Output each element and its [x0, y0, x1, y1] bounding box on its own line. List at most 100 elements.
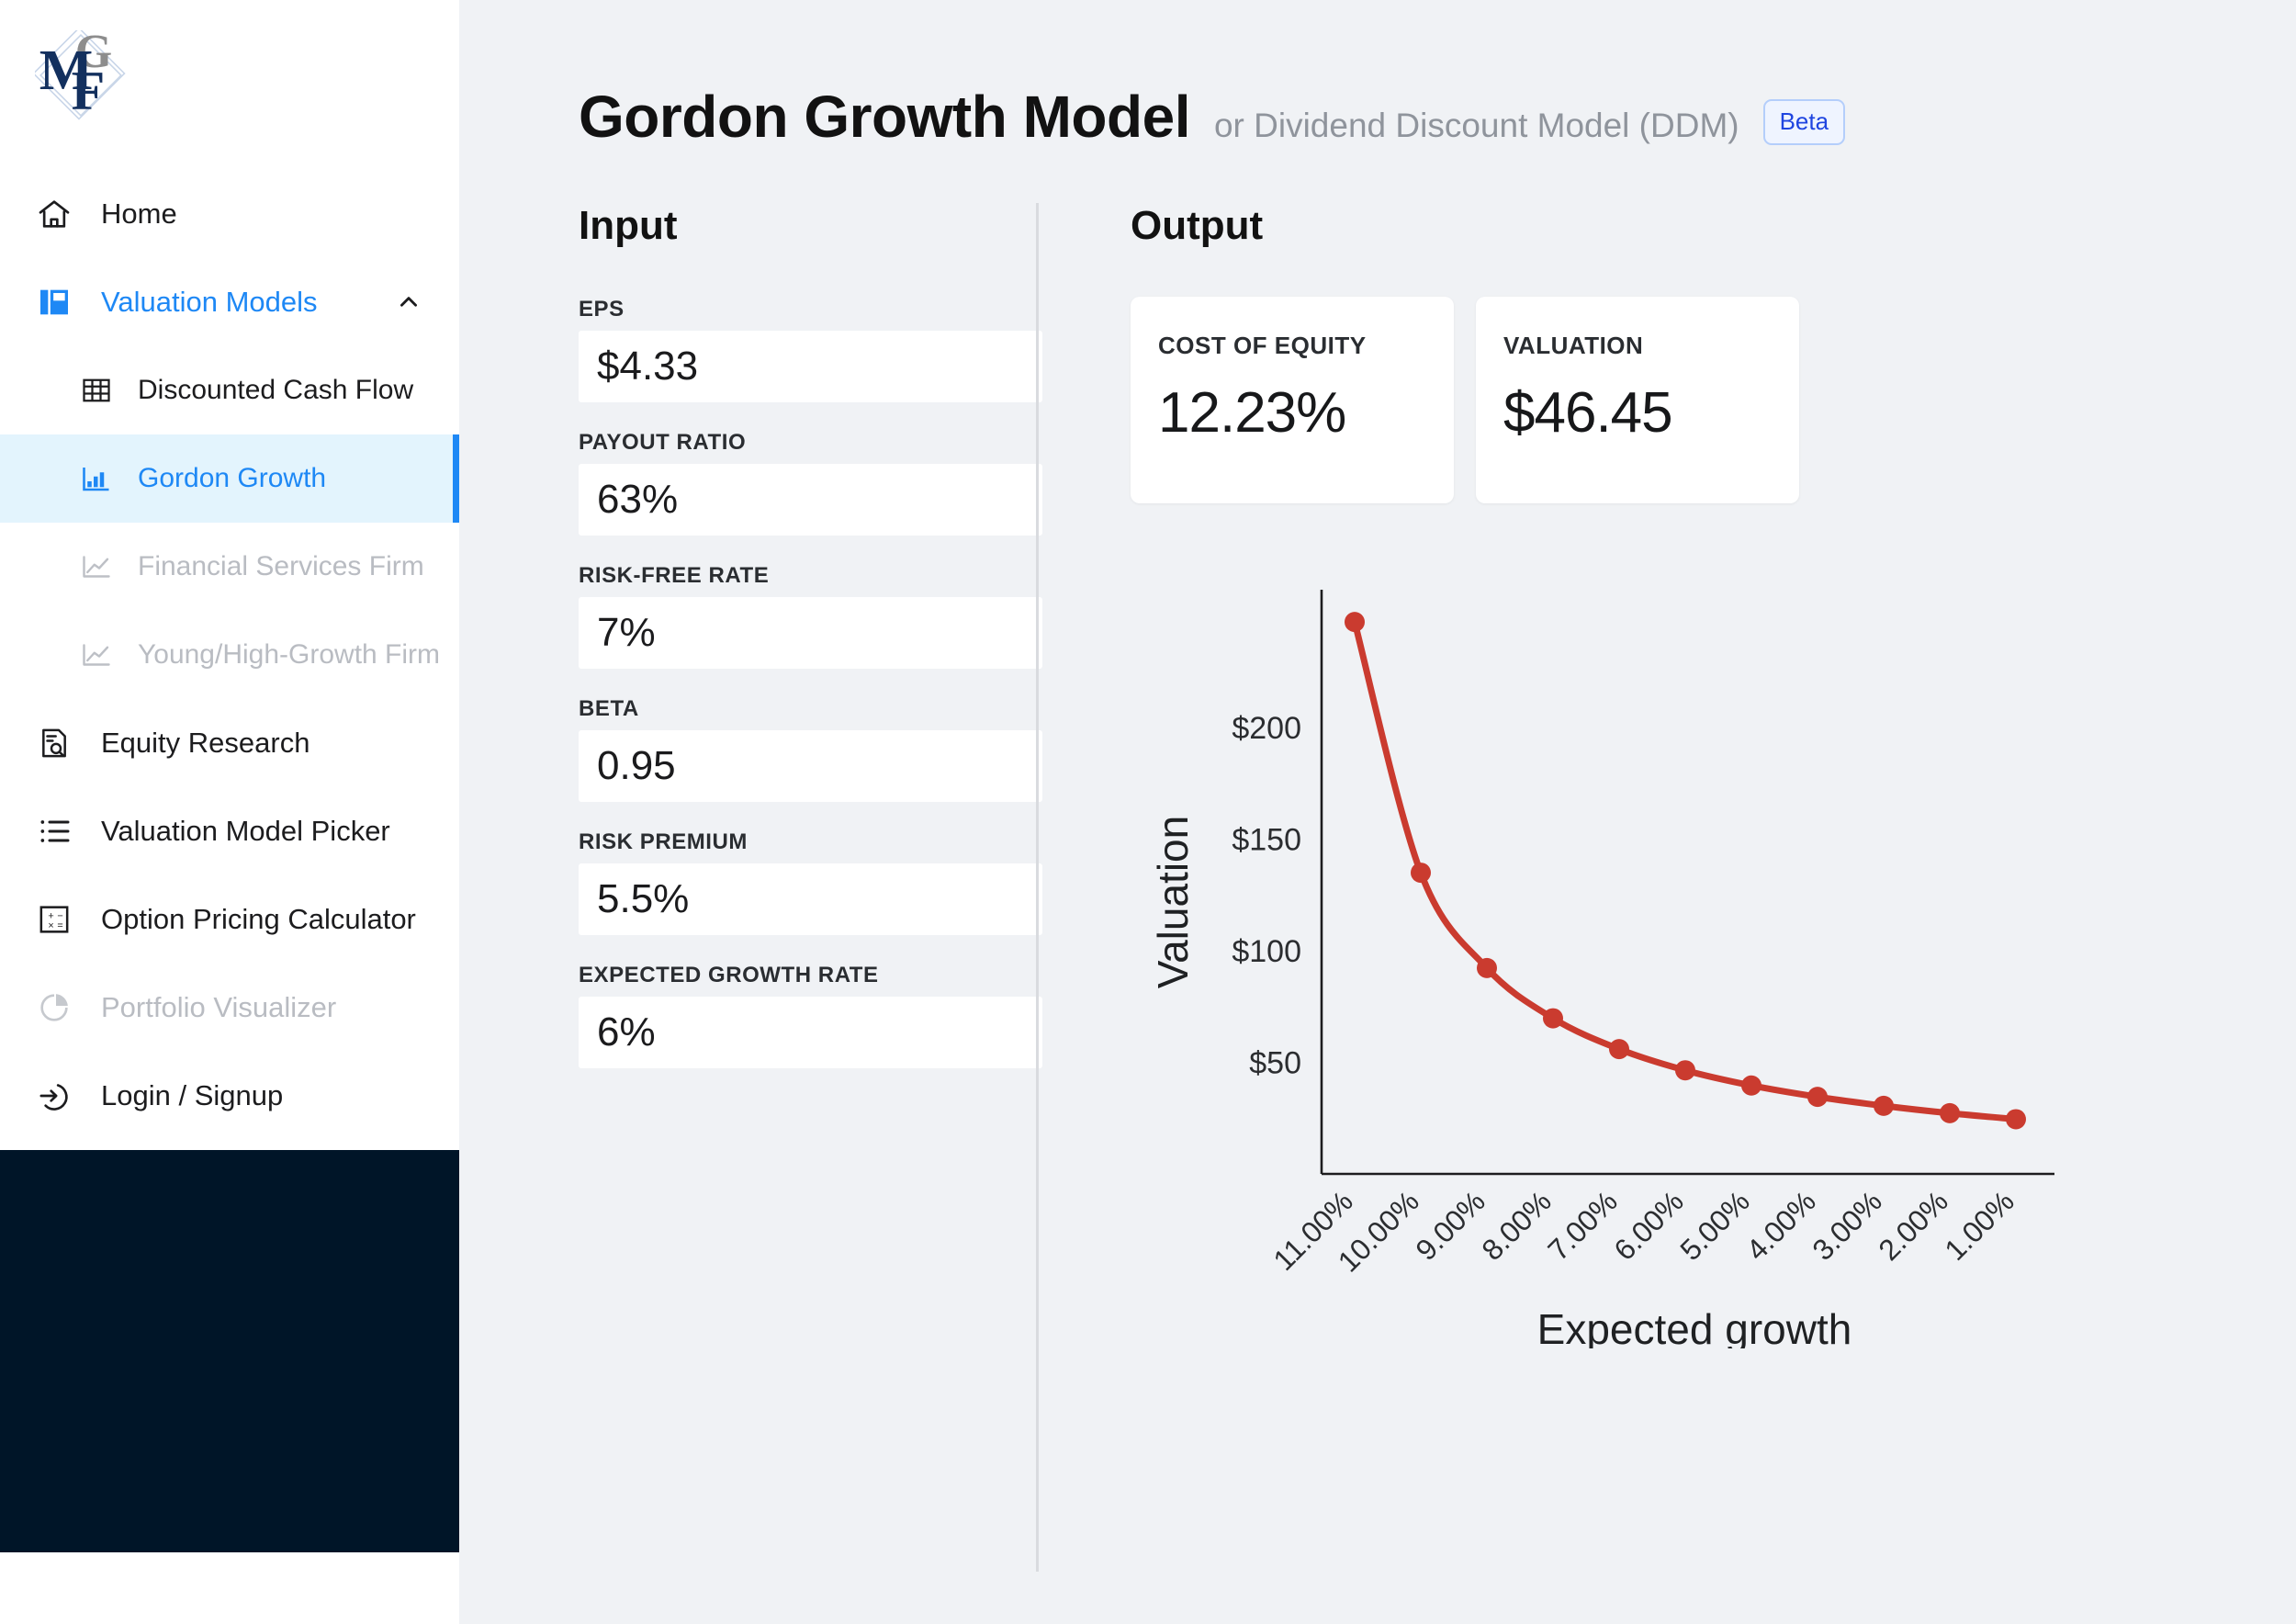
beta-input[interactable]: 0.95 — [579, 730, 1042, 802]
field-eps: EPS $4.33 — [579, 297, 1042, 402]
data-point-marker[interactable] — [1543, 1008, 1563, 1029]
card-label: COST OF EQUITY — [1158, 332, 1367, 359]
chart-canvas: $200$150$100$5011.00%10.00%9.00%8.00%7.0… — [1149, 590, 2054, 1348]
data-point-marker[interactable] — [1345, 612, 1365, 633]
sidebar-item-label: Young/High-Growth Firm — [138, 639, 441, 670]
data-point-marker[interactable] — [2006, 1109, 2026, 1130]
field-label: RISK-FREE RATE — [579, 563, 770, 588]
line-chart-icon — [79, 547, 114, 586]
sidebar-item-valuation-model-picker[interactable]: Valuation Model Picker — [0, 787, 459, 875]
home-icon — [35, 195, 73, 233]
sidebar-nav: Home Valuation Models Discounted Cash Fl… — [0, 170, 459, 1140]
series-line — [1351, 618, 2020, 1122]
valuation-value: $46.45 — [1503, 381, 1673, 445]
data-point-marker[interactable] — [1609, 1039, 1629, 1060]
cost-of-equity-value: 12.23% — [1158, 381, 1346, 445]
sidebar-footer-panel — [0, 1150, 459, 1552]
sidebar-item-young-high-growth-firm[interactable]: Young/High-Growth Firm — [0, 611, 459, 699]
data-point-marker[interactable] — [1675, 1060, 1695, 1081]
x-axis-tick-label: 4.00% — [1739, 1184, 1822, 1267]
sidebar-item-discounted-cash-flow[interactable]: Discounted Cash Flow — [0, 346, 459, 434]
x-axis-tick-label: 8.00% — [1475, 1184, 1558, 1267]
sidebar-item-label: Login / Signup — [101, 1079, 284, 1111]
field-payout-ratio: PAYOUT RATIO 63% — [579, 430, 1042, 536]
data-point-marker[interactable] — [1874, 1095, 1894, 1116]
status-badge: Beta — [1762, 99, 1846, 145]
content-columns: Input EPS $4.33 PAYOUT RATIO 63% RISK-FR… — [459, 152, 2296, 1572]
x-axis-title: Expected growth — [1537, 1305, 1852, 1348]
svg-text:×: × — [48, 920, 53, 931]
x-axis-tick-label: 7.00% — [1541, 1184, 1624, 1267]
line-chart-icon — [79, 636, 114, 674]
sidebar-item-valuation-models[interactable]: Valuation Models — [0, 258, 459, 346]
payout-ratio-input[interactable]: 63% — [579, 464, 1042, 536]
field-label: PAYOUT RATIO — [579, 430, 747, 455]
sidebar: G M F Home Valuation Models Discounted C… — [0, 0, 459, 1624]
list-icon — [35, 812, 73, 851]
field-label: RISK PREMIUM — [579, 829, 748, 854]
bar-chart-icon — [79, 459, 114, 498]
page-title: Gordon Growth Model — [579, 84, 1190, 150]
sidebar-item-equity-research[interactable]: Equity Research — [0, 699, 459, 787]
brand-logo[interactable]: G M F — [0, 0, 459, 170]
sidebar-item-financial-services-firm[interactable]: Financial Services Firm — [0, 523, 459, 611]
field-label: EPS — [579, 297, 625, 321]
data-point-marker[interactable] — [1477, 957, 1497, 978]
sidebar-item-label: Financial Services Firm — [138, 551, 424, 581]
x-axis-tick-label: 2.00% — [1872, 1184, 1954, 1267]
data-point-marker[interactable] — [1807, 1087, 1828, 1108]
output-panel: Output COST OF EQUITY 12.23% VALUATION $… — [1039, 203, 2296, 1572]
sidebar-item-label: Home — [101, 197, 177, 230]
cost-of-equity-card: COST OF EQUITY 12.23% — [1131, 297, 1454, 503]
risk-premium-input[interactable]: 5.5% — [579, 863, 1042, 935]
expected-growth-rate-input[interactable]: 6% — [579, 997, 1042, 1068]
svg-text:=: = — [57, 920, 62, 931]
app-root: G M F Home Valuation Models Discounted C… — [0, 0, 2296, 1624]
sidebar-item-label: Valuation Models — [101, 286, 318, 318]
valuation-sensitivity-chart: $200 $150 $100 $50 11.00% 10.00% 9.00% 8.00% 7.0… — [1131, 577, 2279, 1348]
field-label: BETA — [579, 696, 639, 721]
y-axis-tick-label: $50 — [1249, 1045, 1301, 1080]
output-cards: COST OF EQUITY 12.23% VALUATION $46.45 — [1131, 297, 2296, 503]
output-section-title: Output — [1131, 203, 1264, 248]
sidebar-item-portfolio-visualizer[interactable]: Portfolio Visualizer — [0, 964, 459, 1052]
chevron-up-icon[interactable] — [397, 290, 421, 314]
sidebar-item-gordon-growth[interactable]: Gordon Growth — [0, 434, 459, 523]
sidebar-item-label: Portfolio Visualizer — [101, 991, 337, 1023]
page-header: Gordon Growth Model or Dividend Discount… — [459, 0, 2296, 152]
sidebar-item-label: Option Pricing Calculator — [101, 903, 416, 935]
data-point-marker[interactable] — [1411, 863, 1431, 884]
sidebar-item-option-pricing-calculator[interactable]: + − × = Option Pricing Calculator — [0, 875, 459, 964]
field-label: EXPECTED GROWTH RATE — [579, 963, 879, 987]
field-beta: BETA 0.95 — [579, 696, 1042, 802]
y-axis-tick-label: $100 — [1232, 934, 1301, 969]
pie-chart-icon — [35, 988, 73, 1027]
login-icon — [35, 1077, 73, 1115]
sidebar-item-login-signup[interactable]: Login / Signup — [0, 1052, 459, 1140]
card-label: VALUATION — [1503, 332, 1644, 359]
y-axis-tick-label: $200 — [1232, 711, 1301, 746]
x-axis-tick-label: 9.00% — [1409, 1184, 1491, 1267]
page-subtitle: or Dividend Discount Model (DDM) — [1213, 107, 1739, 144]
y-axis-title: Valuation — [1149, 816, 1197, 988]
sidebar-item-label: Discounted Cash Flow — [138, 375, 414, 405]
sidebar-item-label: Equity Research — [101, 727, 310, 759]
field-risk-premium: RISK PREMIUM 5.5% — [579, 829, 1042, 935]
document-search-icon — [35, 724, 73, 762]
x-axis-tick-label: 1.00% — [1938, 1184, 2020, 1267]
calculator-icon: + − × = — [35, 900, 73, 939]
data-point-marker[interactable] — [1940, 1102, 1960, 1123]
sidebar-item-home[interactable]: Home — [0, 170, 459, 258]
y-axis-tick-label: $150 — [1232, 822, 1301, 857]
input-section-title: Input — [579, 203, 678, 248]
x-axis-tick-label: 3.00% — [1806, 1184, 1888, 1267]
sidebar-item-label: Valuation Model Picker — [101, 815, 390, 847]
eps-input[interactable]: $4.33 — [579, 331, 1042, 402]
field-risk-free-rate: RISK-FREE RATE 7% — [579, 563, 1042, 669]
x-axis-tick-label: 6.00% — [1607, 1184, 1690, 1267]
risk-free-rate-input[interactable]: 7% — [579, 597, 1042, 669]
input-panel: Input EPS $4.33 PAYOUT RATIO 63% RISK-FR… — [459, 203, 1042, 1572]
field-expected-growth-rate: EXPECTED GROWTH RATE 6% — [579, 963, 1042, 1068]
main-content: Gordon Growth Model or Dividend Discount… — [459, 0, 2296, 1624]
data-point-marker[interactable] — [1741, 1075, 1761, 1096]
